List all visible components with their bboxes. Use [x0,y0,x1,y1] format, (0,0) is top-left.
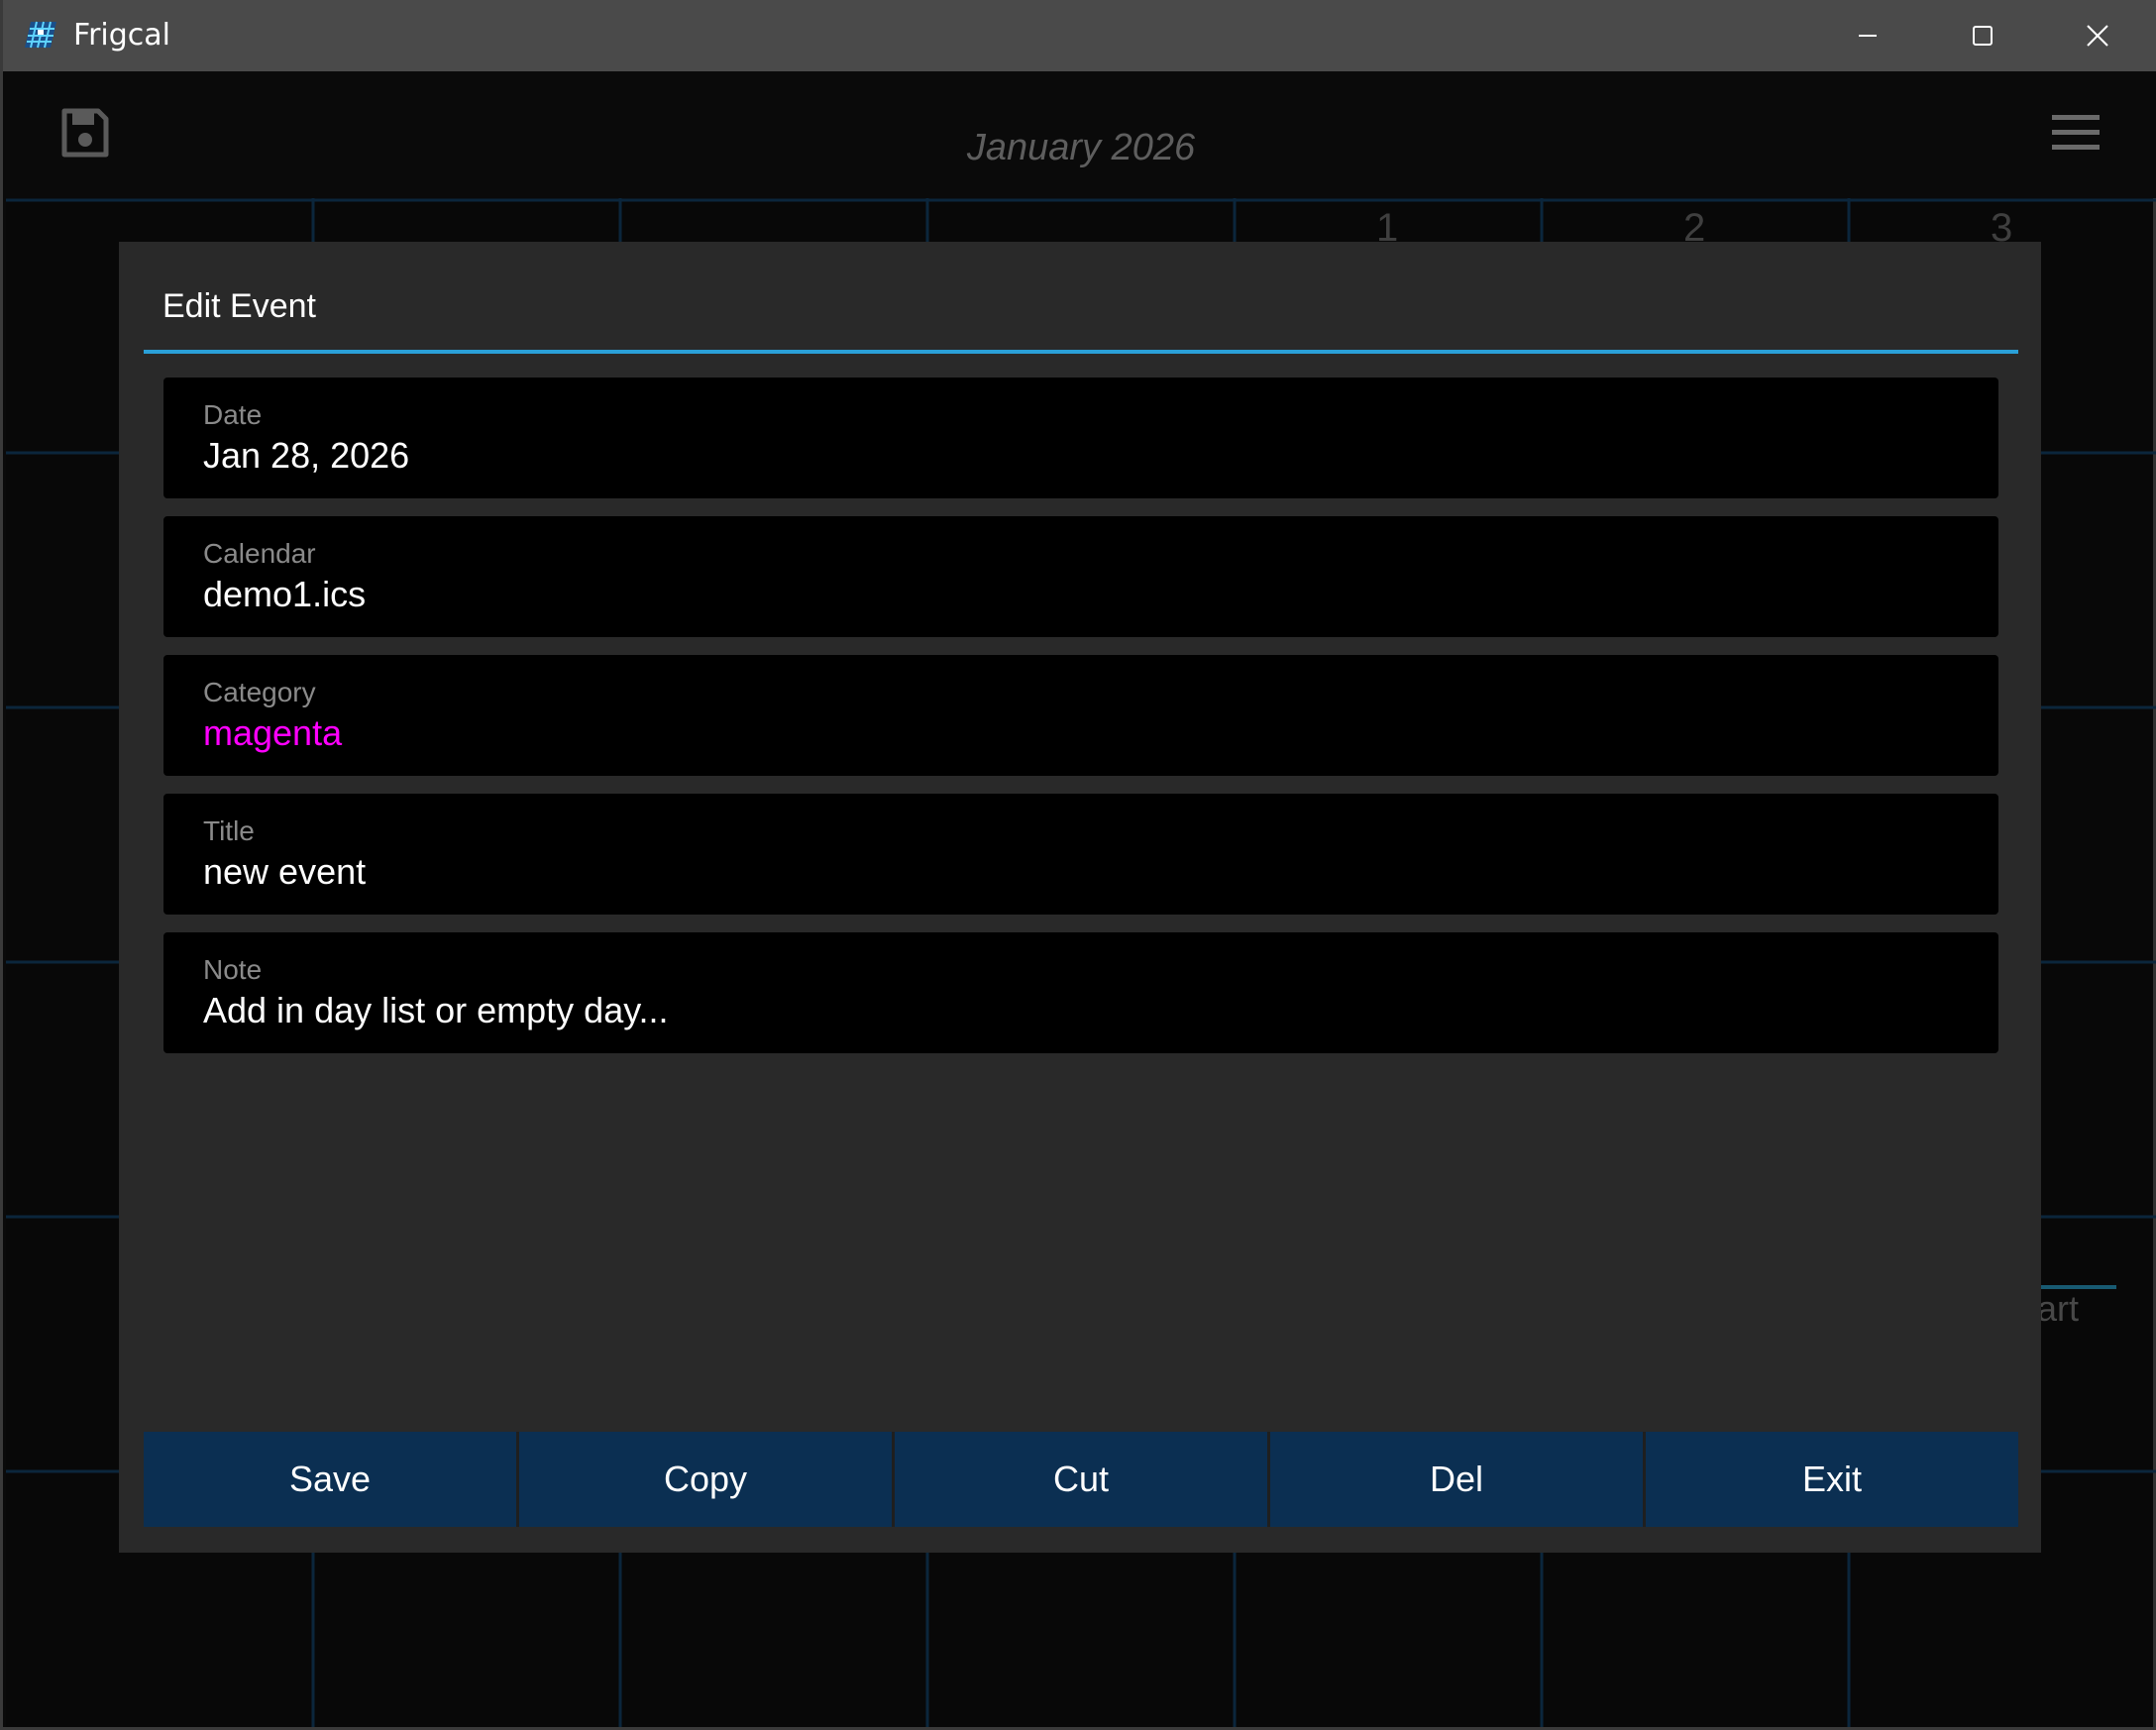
note-field[interactable]: Note Add in day list or empty day... [163,932,1998,1053]
calendar-toolbar: January 2026 [3,71,2156,198]
edit-event-dialog: Edit Event Date Jan 28, 2026 Calendar de… [119,242,2041,1553]
title-value[interactable]: new event [203,851,366,893]
frigcal-calendar-icon [25,21,56,49]
cut-button[interactable]: Cut [895,1432,1270,1527]
minimize-icon [1859,35,1877,37]
close-button[interactable] [2040,0,2155,71]
category-field[interactable]: Category magenta [163,655,1998,776]
field-label: Date [203,399,263,430]
hamburger-menu-icon[interactable] [2052,115,2100,151]
date-value[interactable]: Jan 28, 2026 [203,435,409,477]
copy-button[interactable]: Copy [519,1432,895,1527]
exit-button[interactable]: Exit [1646,1432,2018,1527]
category-value[interactable]: magenta [203,712,342,754]
title-field[interactable]: Title new event [163,794,1998,915]
calendar-field[interactable]: Calendar demo1.ics [163,516,1998,637]
note-value[interactable]: Add in day list or empty day... [203,990,669,1031]
month-title[interactable]: January 2026 [3,127,2156,169]
field-label: Calendar [203,538,316,569]
close-icon [2087,25,2108,47]
save-button[interactable]: Save [144,1432,519,1527]
dialog-title: Edit Event [162,287,316,325]
maximize-button[interactable] [1925,0,2040,71]
field-label: Category [203,677,316,707]
window-title: Frigcal [73,18,170,53]
field-label: Note [203,954,263,985]
title-divider [144,350,2018,354]
delete-button[interactable]: Del [1270,1432,1646,1527]
app-window: Frigcal January 2026 1 2 3 tart Edit Eve… [0,0,2156,1730]
calendar-value[interactable]: demo1.ics [203,574,366,615]
dialog-button-bar: Save Copy Cut Del Exit [144,1432,2018,1527]
maximize-icon [1973,26,1993,46]
date-field[interactable]: Date Jan 28, 2026 [163,378,1998,498]
title-bar[interactable]: Frigcal [3,0,2156,71]
minimize-button[interactable] [1810,0,1925,71]
field-label: Title [203,815,255,846]
